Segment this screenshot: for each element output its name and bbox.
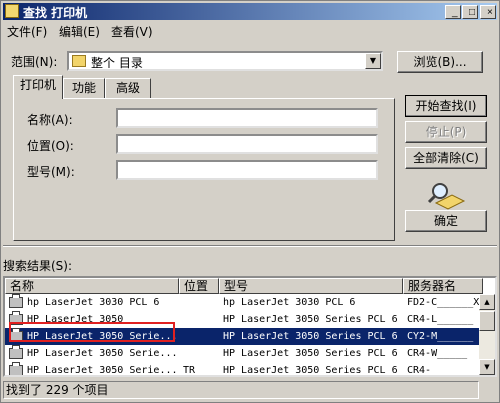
cell-location: TR	[183, 365, 196, 376]
window-title: 查找 打印机	[23, 6, 88, 20]
find-printers-window: 查找 打印机 _ □ × 文件(F) 编辑(E) 查看(V) 范围(N): 整个…	[0, 0, 500, 403]
title-bar[interactable]: 查找 打印机 _ □ ×	[3, 3, 497, 20]
cell-server: CR4-W_____	[407, 348, 468, 359]
minimize-button[interactable]: _	[445, 5, 461, 19]
column-header-model[interactable]: 型号	[219, 278, 403, 294]
location-label: 位置(O):	[27, 139, 74, 153]
scope-combobox[interactable]: 整个 目录 ▼	[67, 51, 383, 71]
menu-view[interactable]: 查看(V)	[111, 23, 153, 40]
status-bar: 找到了 229 个项目	[3, 380, 497, 400]
ok-button[interactable]: 确定	[405, 210, 487, 232]
magnifier-search-icon	[427, 183, 466, 210]
divider	[3, 245, 497, 247]
start-search-button[interactable]: 开始查找(I)	[405, 95, 487, 117]
tab-printers[interactable]: 打印机	[13, 75, 63, 99]
find-folder-icon	[5, 4, 19, 18]
model-input[interactable]	[116, 160, 378, 180]
chevron-down-icon[interactable]: ▼	[365, 53, 381, 69]
tab-advanced[interactable]: 高级	[105, 78, 151, 98]
scroll-down-icon[interactable]: ▼	[479, 359, 495, 375]
browse-button[interactable]: 浏览(B)...	[397, 51, 483, 73]
location-input[interactable]	[116, 134, 378, 154]
column-header-location[interactable]: 位置	[179, 278, 219, 294]
model-label: 型号(M):	[27, 165, 75, 179]
scope-value: 整个 目录	[91, 56, 143, 70]
close-button[interactable]: ×	[480, 5, 496, 19]
cell-server: CR4-L______	[407, 314, 474, 325]
menu-bar: 文件(F) 编辑(E) 查看(V)	[3, 21, 497, 39]
stop-button[interactable]: 停止(P)	[405, 121, 487, 143]
cell-model: HP LaserJet 3050 Series PCL 6	[223, 365, 398, 376]
cell-model: HP LaserJet 3050 Series PCL 6	[223, 314, 398, 325]
directory-folder-icon	[72, 55, 86, 67]
table-row[interactable]: HP LaserJet 3050 Serie... HP LaserJet 30…	[5, 345, 481, 362]
clear-all-button[interactable]: 全部清除(C)	[405, 147, 487, 169]
name-label: 名称(A):	[27, 113, 73, 127]
menu-file[interactable]: 文件(F)	[7, 23, 47, 40]
scope-label: 范围(N):	[11, 55, 58, 69]
maximize-button[interactable]: □	[462, 5, 478, 19]
printer-icon	[9, 345, 23, 359]
cell-name: hp LaserJet 3030 PCL 6	[27, 297, 160, 308]
table-row[interactable]: hp LaserJet 3030 PCL 6 hp LaserJet 3030 …	[5, 294, 481, 311]
cell-name: HP LaserJet 3050 Serie...	[27, 365, 177, 376]
table-row[interactable]: HP LaserJet 3050 Serie... TR HP LaserJet…	[5, 362, 481, 376]
cell-server: FD2-C______X	[407, 297, 480, 308]
cell-model: HP LaserJet 3050 Series PCL 6	[223, 348, 398, 359]
cell-model: HP LaserJet 3050 Series PCL 6	[223, 331, 398, 342]
cell-model: hp LaserJet 3030 PCL 6	[223, 297, 356, 308]
tab-features[interactable]: 功能	[63, 78, 105, 98]
highlight-annotation-box	[9, 322, 175, 342]
scroll-up-icon[interactable]: ▲	[479, 294, 495, 310]
cell-server: CR4-______	[407, 365, 468, 376]
column-header-name[interactable]: 名称	[5, 278, 179, 294]
vertical-scrollbar[interactable]: ▲ ▼	[479, 294, 495, 375]
cell-server: CY2-M______	[407, 331, 474, 342]
status-text: 找到了 229 个项目	[3, 381, 479, 399]
menu-edit[interactable]: 编辑(E)	[59, 23, 100, 40]
printer-icon	[9, 294, 23, 308]
name-input[interactable]	[116, 108, 378, 128]
results-label: 搜索结果(S):	[3, 259, 73, 273]
printer-icon	[9, 362, 23, 375]
column-header-server[interactable]: 服务器名	[403, 278, 483, 294]
cell-name: HP LaserJet 3050 Serie...	[27, 348, 177, 359]
scroll-thumb[interactable]	[479, 311, 495, 331]
